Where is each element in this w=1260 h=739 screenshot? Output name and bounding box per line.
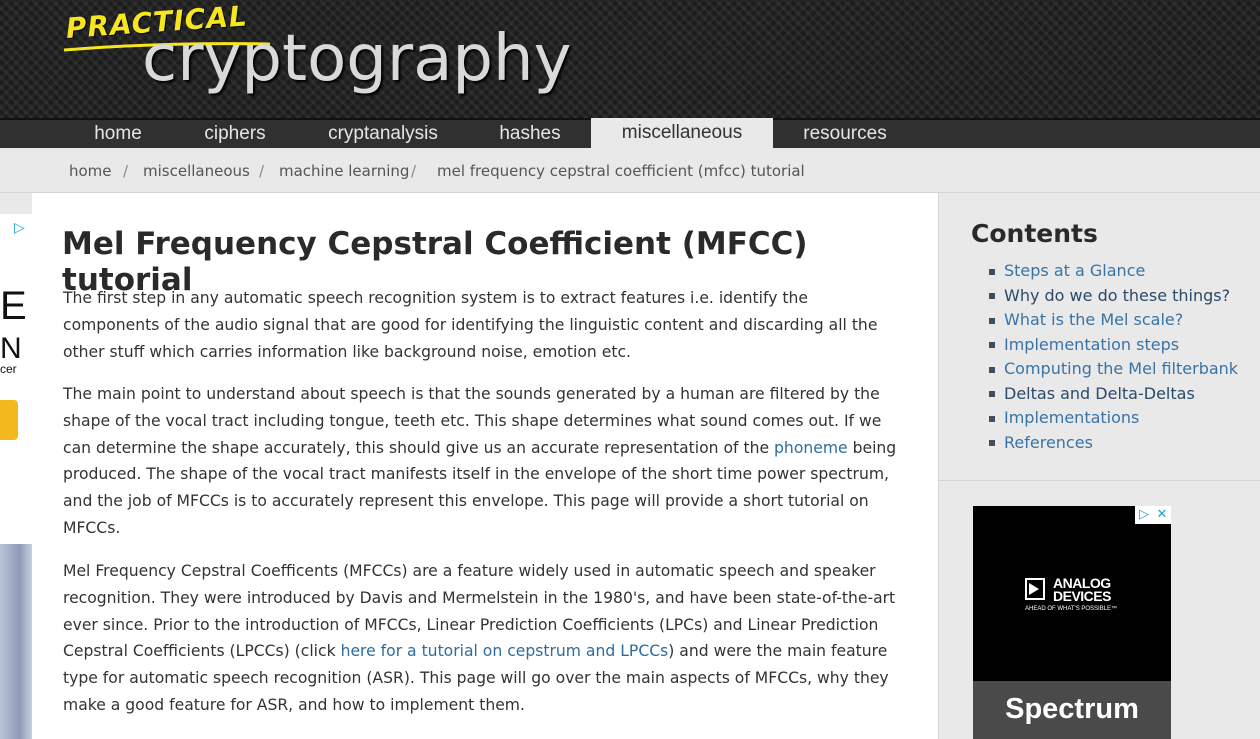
ad-brand-line: DEVICES xyxy=(1053,588,1111,604)
list-item: References xyxy=(989,431,1238,456)
breadcrumb-home[interactable]: home xyxy=(69,162,112,180)
logo-triangle-icon xyxy=(1029,583,1039,595)
sidebar-ad[interactable]: ▷ ✕ ANALOG DEVICES AHEAD OF WHAT'S POSSI… xyxy=(973,506,1171,739)
list-item: Computing the Mel filterbank xyxy=(989,357,1238,382)
toc-link-references[interactable]: References xyxy=(1004,433,1093,452)
list-item: Implementations xyxy=(989,406,1238,431)
toc-link-implementations[interactable]: Implementations xyxy=(1004,408,1139,427)
table-of-contents: Contents Steps at a Glance Why do we do … xyxy=(939,193,1260,481)
toc-link-why-do-we-do-these-things[interactable]: Why do we do these things? xyxy=(1004,286,1230,305)
ad-headline: Spectrum xyxy=(1005,693,1139,725)
ad-letter: N xyxy=(0,332,22,365)
list-item: Implementation steps xyxy=(989,333,1238,358)
toc-link-mel-filterbank[interactable]: Computing the Mel filterbank xyxy=(1004,359,1238,378)
toc-title: Contents xyxy=(971,219,1098,248)
article-paragraph: The first step in any automatic speech r… xyxy=(63,285,901,365)
breadcrumb: home / miscellaneous / machine learning … xyxy=(0,148,1260,193)
phoneme-link[interactable]: phoneme xyxy=(774,439,848,457)
list-item: Deltas and Delta-Deltas xyxy=(989,382,1238,407)
ad-image xyxy=(0,544,32,739)
article-paragraph: The main point to understand about speec… xyxy=(63,381,901,542)
adchoices-icon[interactable]: ▷ xyxy=(14,220,25,236)
bullet-icon xyxy=(989,391,995,397)
breadcrumb-current: mel frequency cepstral coefficient (mfcc… xyxy=(437,162,805,180)
bullet-icon xyxy=(989,317,995,324)
toc-link-deltas[interactable]: Deltas and Delta-Deltas xyxy=(1004,384,1195,403)
paragraph-text: The main point to understand about speec… xyxy=(63,385,882,457)
bullet-icon xyxy=(989,440,995,446)
breadcrumb-separator: / xyxy=(411,162,417,180)
bullet-icon xyxy=(989,366,995,373)
list-item: What is the Mel scale? xyxy=(989,308,1238,333)
logo-cryptography-text: cryptography xyxy=(142,22,572,96)
article-paragraph: Mel Frequency Cepstral Coefficents (MFCC… xyxy=(63,558,901,719)
nav-miscellaneous[interactable]: miscellaneous xyxy=(591,118,773,148)
ad-letter: E xyxy=(0,284,27,328)
ad-cta-button[interactable] xyxy=(0,400,18,440)
breadcrumb-miscellaneous[interactable]: miscellaneous xyxy=(143,162,250,180)
nav-home[interactable]: home xyxy=(66,120,170,148)
nav-resources[interactable]: resources xyxy=(780,120,910,148)
ad-text: cer xyxy=(0,362,17,376)
breadcrumb-separator: / xyxy=(259,162,265,180)
bullet-icon xyxy=(989,415,995,422)
close-icon[interactable]: ✕ xyxy=(1153,506,1171,524)
list-item: Steps at a Glance xyxy=(989,259,1238,284)
toc-link-steps-at-a-glance[interactable]: Steps at a Glance xyxy=(1004,261,1145,280)
toc-link-mel-scale[interactable]: What is the Mel scale? xyxy=(1004,310,1183,329)
bullet-icon xyxy=(989,342,995,348)
main-nav: home ciphers cryptanalysis hashes miscel… xyxy=(0,118,1260,148)
bullet-icon xyxy=(989,293,995,299)
site-header: PRACTICAL cryptography xyxy=(0,0,1260,118)
paragraph-text: The first step in any automatic speech r… xyxy=(63,289,878,361)
toc-list: Steps at a Glance Why do we do these thi… xyxy=(989,259,1238,455)
list-item: Why do we do these things? xyxy=(989,284,1238,309)
breadcrumb-machine-learning[interactable]: machine learning xyxy=(279,162,409,180)
nav-hashes[interactable]: hashes xyxy=(470,120,590,148)
bullet-icon xyxy=(989,268,995,275)
toc-link-implementation-steps[interactable]: Implementation steps xyxy=(1004,335,1179,354)
nav-cryptanalysis[interactable]: cryptanalysis xyxy=(306,120,460,148)
article-content: Mel Frequency Cepstral Coefficient (MFCC… xyxy=(32,193,939,739)
nav-ciphers[interactable]: ciphers xyxy=(176,120,294,148)
left-ad-banner[interactable]: ▷ E N cer xyxy=(0,214,32,739)
breadcrumb-separator: / xyxy=(123,162,129,180)
ad-controls: ▷ ✕ xyxy=(1135,506,1171,524)
adchoices-icon[interactable]: ▷ xyxy=(1135,506,1153,524)
ad-headline-panel: Spectrum xyxy=(973,681,1171,739)
cepstrum-lpcc-tutorial-link[interactable]: here for a tutorial on cepstrum and LPCC… xyxy=(341,642,669,660)
ad-tagline: AHEAD OF WHAT'S POSSIBLE™ xyxy=(1025,606,1118,612)
